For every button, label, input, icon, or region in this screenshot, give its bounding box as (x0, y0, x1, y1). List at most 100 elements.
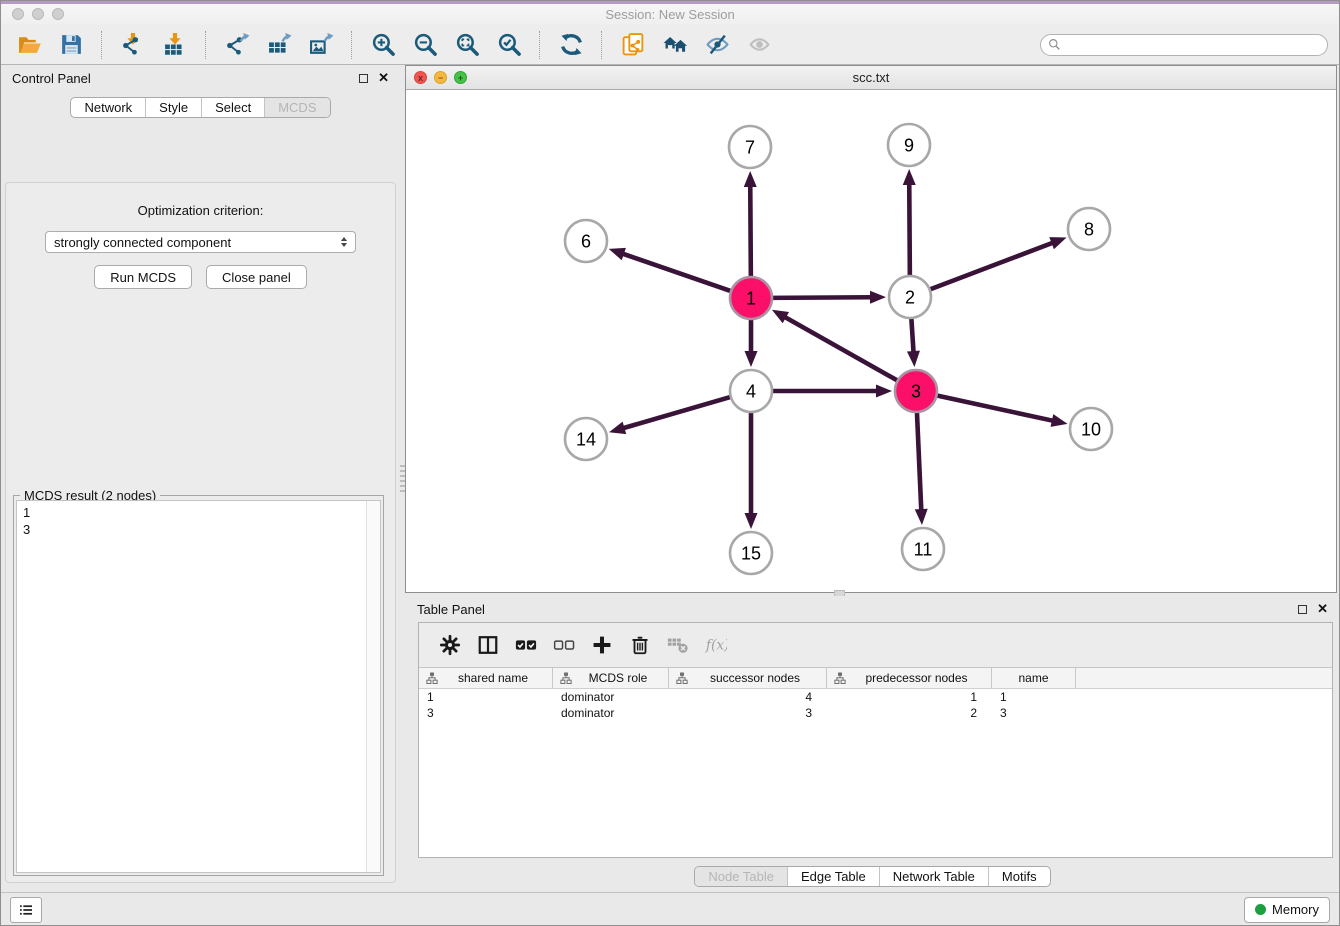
table-cell[interactable]: dominator (553, 689, 669, 705)
export-table-icon (267, 32, 292, 57)
close-table-panel-icon[interactable]: ✕ (1317, 604, 1328, 614)
graph-node-14[interactable]: 14 (565, 418, 607, 460)
criterion-dropdown[interactable]: strongly connected component (45, 231, 356, 253)
table-row[interactable]: 3dominator323 (419, 705, 1332, 721)
tab-style[interactable]: Style (145, 98, 201, 117)
graph-node-10[interactable]: 10 (1070, 408, 1112, 450)
tab-network[interactable]: Network (71, 98, 145, 117)
graph-node-1[interactable]: 1 (730, 277, 772, 319)
graph-node-11[interactable]: 11 (902, 528, 944, 570)
settings-gear-button[interactable] (431, 630, 469, 660)
zoom-out-button[interactable] (409, 29, 441, 61)
import-network-button[interactable] (117, 29, 149, 61)
float-table-panel-icon[interactable] (1298, 605, 1307, 614)
function-builder-icon: f(x) (705, 634, 727, 656)
open-file-button[interactable] (13, 29, 45, 61)
graph-edge-3-1[interactable] (772, 310, 900, 382)
export-image-button[interactable] (305, 29, 337, 61)
save-session-button[interactable] (55, 29, 87, 61)
table-cell[interactable]: 3 (419, 705, 553, 721)
zoom-in-button[interactable] (367, 29, 399, 61)
search-icon (1048, 38, 1061, 51)
duplicate-network-button[interactable] (617, 29, 649, 61)
graph-node-8[interactable]: 8 (1068, 208, 1110, 250)
graph-edge-4-3[interactable] (770, 385, 892, 398)
network-window-titlebar[interactable]: x − + scc.txt (406, 66, 1336, 90)
graph-edge-3-11[interactable] (915, 410, 928, 525)
tab-node-table[interactable]: Node Table (695, 867, 787, 886)
column-header-shared-name[interactable]: shared name (419, 668, 553, 688)
add-column-icon (591, 634, 613, 656)
toggle-panel-icon (477, 634, 499, 656)
close-panel-icon[interactable]: ✕ (378, 73, 389, 83)
zoom-selected-button[interactable] (493, 29, 525, 61)
graph-edge-2-9[interactable] (903, 169, 916, 278)
zoom-fit-button[interactable] (451, 29, 483, 61)
svg-text:7: 7 (745, 138, 755, 158)
graph-node-7[interactable]: 7 (729, 126, 771, 168)
graph-node-15[interactable]: 15 (730, 532, 772, 574)
refresh-button[interactable] (555, 29, 587, 61)
graph-node-3[interactable]: 3 (895, 370, 937, 412)
graph-node-2[interactable]: 2 (889, 276, 931, 318)
column-header-predecessor-nodes[interactable]: predecessor nodes (827, 668, 992, 688)
export-table-button[interactable] (263, 29, 295, 61)
table-cell[interactable]: 2 (827, 705, 992, 721)
window-title: Session: New Session (0, 7, 1340, 22)
graph-edge-3-10[interactable] (935, 395, 1068, 427)
table-cell[interactable]: 4 (669, 689, 827, 705)
tab-mcds[interactable]: MCDS (264, 98, 329, 117)
graph-edge-1-6[interactable] (609, 248, 733, 292)
deselect-all-button[interactable] (545, 630, 583, 660)
refresh-icon (559, 32, 584, 57)
table-cell[interactable]: 3 (669, 705, 827, 721)
svg-text:f(x): f(x) (705, 638, 727, 654)
table-cell[interactable]: dominator (553, 705, 669, 721)
show-all-button[interactable] (743, 29, 775, 61)
result-scrollbar[interactable] (366, 501, 380, 872)
table-cell[interactable]: 1 (827, 689, 992, 705)
table-cell[interactable]: 3 (992, 705, 1076, 721)
graph-edge-4-14[interactable] (609, 396, 733, 434)
float-panel-icon[interactable] (359, 74, 368, 83)
toggle-panel-button[interactable] (469, 630, 507, 660)
run-mcds-button[interactable]: Run MCDS (94, 265, 192, 289)
memory-button[interactable]: Memory (1244, 897, 1330, 923)
delete-column-button[interactable] (621, 630, 659, 660)
column-header-MCDS-role[interactable]: MCDS role (553, 668, 669, 688)
graph-edge-2-8[interactable] (928, 237, 1067, 290)
hide-selected-button[interactable] (701, 29, 733, 61)
tab-edge-table[interactable]: Edge Table (787, 867, 879, 886)
graph-edge-1-4[interactable] (745, 317, 758, 367)
graph-edge-4-15[interactable] (745, 410, 758, 529)
add-column-button[interactable] (583, 630, 621, 660)
svg-text:9: 9 (904, 136, 914, 156)
graph-node-6[interactable]: 6 (565, 220, 607, 262)
tab-network-table[interactable]: Network Table (879, 867, 988, 886)
graph-node-4[interactable]: 4 (730, 370, 772, 412)
deselect-all-icon (553, 634, 575, 656)
tab-select[interactable]: Select (201, 98, 264, 117)
tab-motifs[interactable]: Motifs (988, 867, 1050, 886)
export-network-button[interactable] (221, 29, 253, 61)
import-table-button[interactable] (159, 29, 191, 61)
first-neighbors-button[interactable] (659, 29, 691, 61)
svg-text:15: 15 (741, 544, 761, 564)
table-cell[interactable]: 1 (419, 689, 553, 705)
import-network-icon (121, 32, 146, 57)
search-box[interactable] (1040, 34, 1328, 56)
graph-edge-2-3[interactable] (907, 316, 920, 367)
network-canvas[interactable]: 7 9 6 8 1 2 4 3 14 10 15 11 (407, 90, 1335, 591)
close-panel-button[interactable]: Close panel (206, 265, 307, 289)
graph-edge-1-7[interactable] (744, 171, 757, 279)
graph-node-9[interactable]: 9 (888, 124, 930, 166)
column-header-name[interactable]: name (992, 668, 1076, 688)
mcds-result-textarea[interactable]: 1 3 (16, 500, 381, 873)
table-row[interactable]: 1dominator411 (419, 689, 1332, 705)
task-history-button[interactable] (10, 897, 42, 923)
graph-edge-1-2[interactable] (770, 291, 886, 304)
column-header-successor-nodes[interactable]: successor nodes (669, 668, 827, 688)
select-all-button[interactable] (507, 630, 545, 660)
table-cell[interactable]: 1 (992, 689, 1076, 705)
search-input[interactable] (1065, 36, 1327, 54)
